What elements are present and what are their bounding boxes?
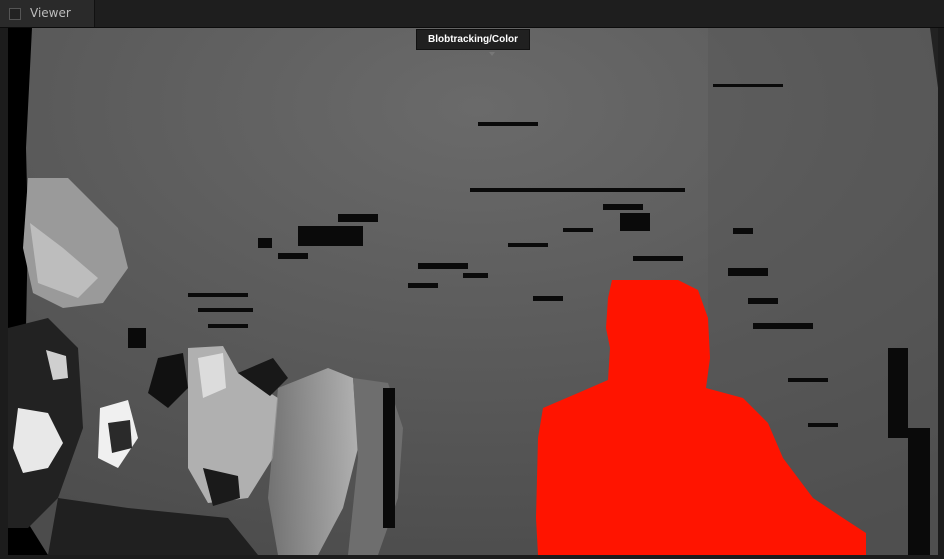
tab-viewer[interactable]: Viewer [0,0,95,27]
depth-image [8,28,938,555]
tab-viewer-label: Viewer [30,6,71,20]
viewer-overlay-label: Blobtracking/Color [416,29,530,50]
depth-viewport[interactable] [8,28,938,555]
square-icon [9,8,21,20]
triangle-marker-icon [489,52,495,56]
tab-bar: Viewer [0,0,944,28]
